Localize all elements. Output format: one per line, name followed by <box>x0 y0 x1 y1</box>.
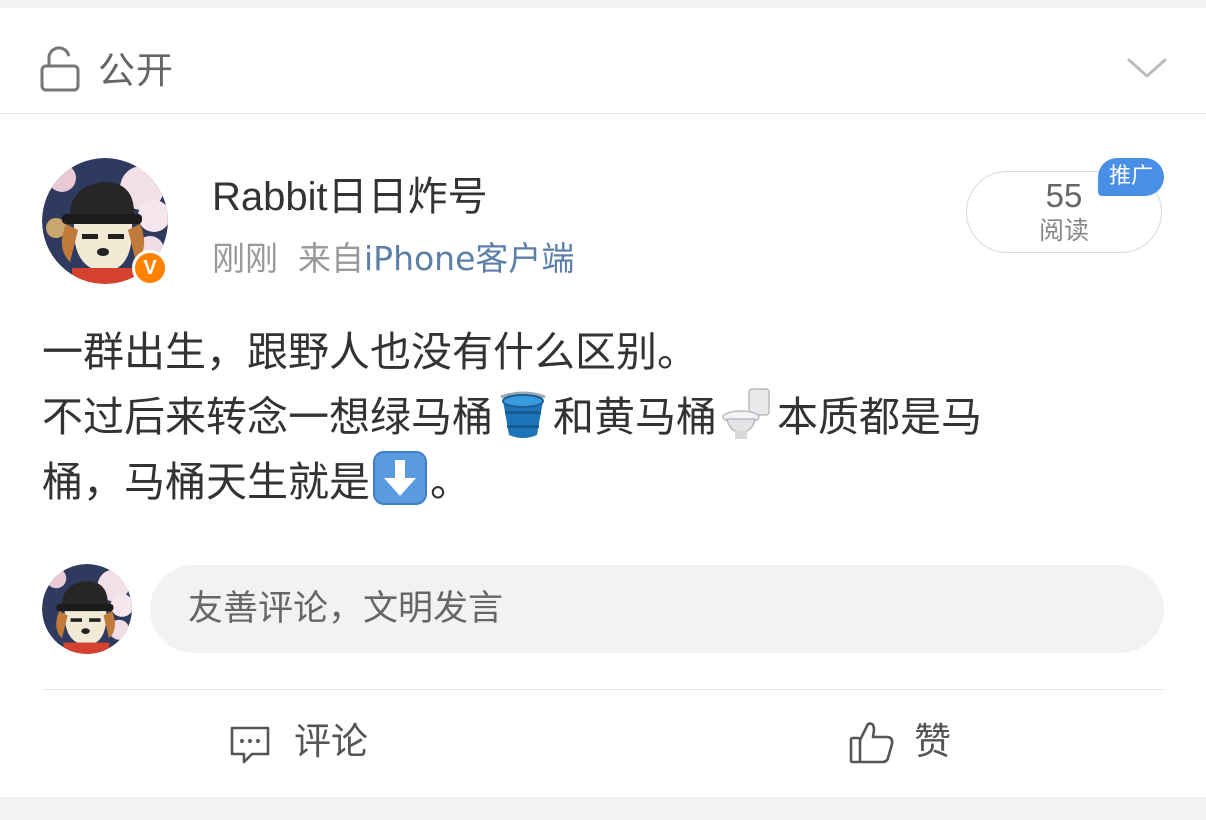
promote-badge[interactable]: 推广 <box>1098 158 1164 196</box>
comment-button[interactable]: 评论 <box>228 690 408 797</box>
author-avatar[interactable]: V <box>42 158 170 286</box>
post-time: 刚刚 <box>212 239 278 278</box>
like-button[interactable]: 赞 <box>848 690 988 797</box>
page: 公开 V Rabbit日日炸号 刚刚 来自iPhone客户端 55 阅读 推广 … <box>0 0 1206 820</box>
commenter-avatar <box>42 564 132 654</box>
verified-badge: V <box>132 250 168 286</box>
post-text-segment: 桶，马桶天生就是 <box>42 458 370 506</box>
action-bar: 评论 赞 <box>0 690 1206 797</box>
visibility-selector[interactable]: 公开 <box>0 8 1206 114</box>
post-text-segment: 。 <box>430 458 471 506</box>
comment-label: 评论 <box>294 720 368 763</box>
source-prefix: 来自 <box>298 239 364 278</box>
toilet-emoji <box>722 388 770 439</box>
read-label: 阅读 <box>1038 216 1089 245</box>
post-text-segment: 本质都是马 <box>777 393 982 441</box>
post-line-3: 桶，马桶天生就是 。 <box>42 450 1162 515</box>
like-label: 赞 <box>914 720 951 763</box>
chevron-down-icon[interactable] <box>1126 52 1168 82</box>
comment-input[interactable]: 友善评论，文明发言 <box>150 565 1164 653</box>
post-text: 一群出生，跟野人也没有什么区别。 不过后来转念一想绿马桶 和黄马桶 本质都是马 … <box>42 320 1162 515</box>
down-arrow-emoji <box>373 451 427 505</box>
post-line-2: 不过后来转念一想绿马桶 和黄马桶 本质都是马 <box>42 385 1162 450</box>
source-device-link[interactable]: iPhone客户端 <box>364 239 574 278</box>
post-text-segment: 不过后来转念一想绿马桶 <box>42 393 493 441</box>
unlock-icon <box>40 46 80 92</box>
author-name[interactable]: Rabbit日日炸号 <box>212 170 488 224</box>
post-meta: 刚刚 来自iPhone客户端 <box>212 236 574 282</box>
post-line-1: 一群出生，跟野人也没有什么区别。 <box>42 328 698 376</box>
bucket-emoji <box>500 391 546 438</box>
comment-icon <box>230 726 270 764</box>
post-card: V Rabbit日日炸号 刚刚 来自iPhone客户端 55 阅读 推广 一群出生… <box>0 114 1206 797</box>
thumbs-up-icon <box>849 722 894 764</box>
post-text-segment: 和黄马桶 <box>553 393 717 441</box>
visibility-label: 公开 <box>98 49 174 92</box>
